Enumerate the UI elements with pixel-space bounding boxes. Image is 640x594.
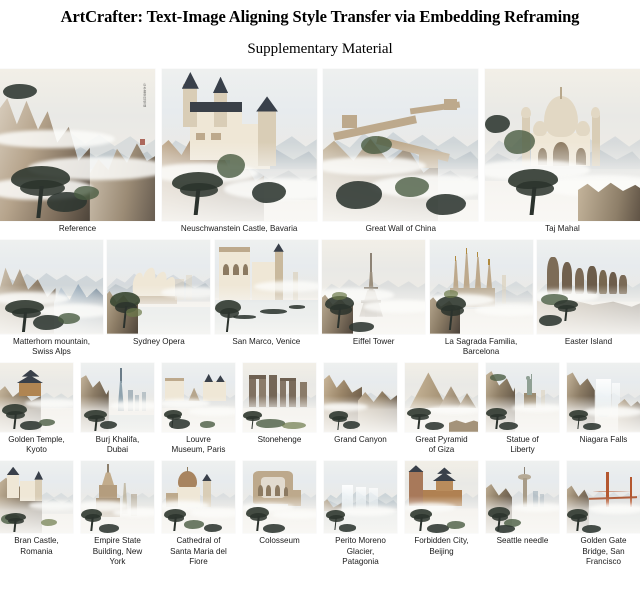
artwork-burj-khalifa bbox=[81, 362, 154, 432]
artwork-bran-castle bbox=[0, 460, 73, 533]
figure-caption: Easter Island bbox=[564, 336, 613, 346]
artwork-castle bbox=[161, 69, 317, 221]
artwork-stonehenge bbox=[243, 362, 316, 432]
figure-caption: Golden Gate Bridge, San Francisco bbox=[580, 535, 627, 567]
artwork-space-needle bbox=[486, 460, 559, 533]
figure-cell: Niagara Falls bbox=[567, 362, 640, 456]
artwork-eiffel-tower bbox=[322, 239, 426, 334]
figure-caption: Burj Khalifa, Dubai bbox=[95, 434, 140, 455]
figure-caption: Matterhorn mountain, Swiss Alps bbox=[13, 336, 90, 357]
figure-cell: Perito Moreno Glacier, Patagonia bbox=[324, 460, 397, 568]
artwork-empire-state bbox=[81, 460, 154, 533]
figure-caption: Reference bbox=[58, 224, 97, 233]
artwork-duomo bbox=[162, 460, 235, 533]
artwork-easter-island bbox=[536, 239, 640, 334]
figure-cell: Empire State Building, New York bbox=[81, 460, 154, 568]
figure-caption: Cathedral of Santa Maria del Fiore bbox=[170, 535, 227, 567]
artwork-louvre bbox=[162, 362, 235, 432]
figure-cell: Taj Mahal bbox=[484, 69, 640, 235]
artwork-grand-canyon bbox=[324, 362, 397, 432]
figure-caption: Statue of Liberty bbox=[506, 434, 539, 455]
artwork-great-wall bbox=[323, 69, 479, 221]
figure-cell: Forbidden City, Beijing bbox=[405, 460, 478, 568]
artwork-niagara-falls bbox=[567, 362, 640, 432]
artwork-taj-mahal bbox=[484, 69, 640, 221]
figure-cell: Sydney Opera bbox=[107, 239, 211, 358]
figure-cell: Matterhorn mountain, Swiss Alps bbox=[0, 239, 103, 358]
figure-cell: San Marco, Venice bbox=[214, 239, 318, 358]
figure-caption: Great Wall of China bbox=[365, 224, 436, 233]
figure-cell: Seattle needle bbox=[486, 460, 559, 568]
page-title: ArtCrafter: Text-Image Aligning Style Tr… bbox=[60, 7, 580, 26]
figure-caption: La Sagrada Familia, Barcelona bbox=[444, 336, 518, 357]
paper-page: ArtCrafter: Text-Image Aligning Style Tr… bbox=[0, 0, 640, 594]
figure-grid: 山水畫意境悠遠 Reference Neuschwanstein Castle,… bbox=[0, 69, 640, 568]
figure-caption: Louvre Museum, Paris bbox=[171, 434, 226, 455]
figure-cell: Stonehenge bbox=[243, 362, 316, 456]
figure-cell: Great Pyramid of Giza bbox=[405, 362, 478, 456]
figure-cell: Golden Gate Bridge, San Francisco bbox=[567, 460, 640, 568]
artwork-sydney-opera bbox=[107, 239, 211, 334]
artwork-golden-temple bbox=[0, 362, 73, 432]
page-subtitle: Supplementary Material bbox=[247, 41, 393, 57]
artwork-colosseum bbox=[243, 460, 316, 533]
figure-caption: Forbidden City, Beijing bbox=[414, 535, 469, 556]
figure-caption: San Marco, Venice bbox=[232, 336, 301, 346]
figure-caption: Perito Moreno Glacier, Patagonia bbox=[335, 535, 386, 567]
figure-caption: Eiffel Tower bbox=[352, 336, 395, 346]
figure-caption: Empire State Building, New York bbox=[92, 535, 143, 567]
figure-caption: Great Pyramid of Giza bbox=[415, 434, 468, 455]
figure-cell: Grand Canyon bbox=[324, 362, 397, 456]
figure-cell: Great Wall of China bbox=[323, 69, 479, 235]
figure-caption: Taj Mahal bbox=[545, 224, 580, 233]
figure-cell: Eiffel Tower bbox=[322, 239, 426, 358]
figure-cell: Colosseum bbox=[243, 460, 316, 568]
figure-caption: Seattle needle bbox=[496, 535, 549, 545]
figure-cell: Golden Temple, Kyoto bbox=[0, 362, 73, 456]
figure-cell: 山水畫意境悠遠 Reference bbox=[0, 69, 155, 235]
figure-caption: Bran Castle, Romania bbox=[14, 535, 59, 556]
artwork-matterhorn bbox=[0, 239, 103, 334]
figure-cell: La Sagrada Familia, Barcelona bbox=[429, 239, 533, 358]
figure-caption: Golden Temple, Kyoto bbox=[8, 434, 65, 455]
figure-cell: Statue of Liberty bbox=[486, 362, 559, 456]
figure-caption: Neuschwanstein Castle, Bavaria bbox=[180, 224, 298, 233]
figure-row-1: 山水畫意境悠遠 Reference Neuschwanstein Castle,… bbox=[0, 69, 640, 235]
figure-cell: Cathedral of Santa Maria del Fiore bbox=[162, 460, 235, 568]
artwork-reference-ink-landscape: 山水畫意境悠遠 bbox=[0, 69, 155, 221]
artwork-forbidden-city bbox=[405, 460, 478, 533]
figure-cell: Burj Khalifa, Dubai bbox=[81, 362, 154, 456]
figure-cell: Easter Island bbox=[536, 239, 640, 358]
figure-caption: Colosseum bbox=[259, 535, 300, 545]
figure-row-2: Matterhorn mountain, Swiss Alps Sydney O… bbox=[0, 239, 640, 358]
artwork-golden-gate bbox=[567, 460, 640, 533]
figure-cell: Bran Castle, Romania bbox=[0, 460, 73, 568]
artwork-san-marco bbox=[214, 239, 318, 334]
figure-cell: Louvre Museum, Paris bbox=[162, 362, 235, 456]
figure-caption: Niagara Falls bbox=[579, 434, 628, 444]
figure-cell: Neuschwanstein Castle, Bavaria bbox=[161, 69, 317, 235]
artwork-statue-liberty bbox=[486, 362, 559, 432]
artwork-sagrada-familia bbox=[429, 239, 533, 334]
artwork-perito-moreno bbox=[324, 460, 397, 533]
figure-caption: Sydney Opera bbox=[133, 336, 185, 346]
figure-caption: Stonehenge bbox=[257, 434, 302, 444]
figure-row-3: Golden Temple, Kyoto Burj Khalifa, Dubai… bbox=[0, 362, 640, 456]
artwork-giza bbox=[405, 362, 478, 432]
figure-row-4: Bran Castle, Romania Empire State Buildi… bbox=[0, 460, 640, 568]
figure-caption: Grand Canyon bbox=[334, 434, 387, 444]
